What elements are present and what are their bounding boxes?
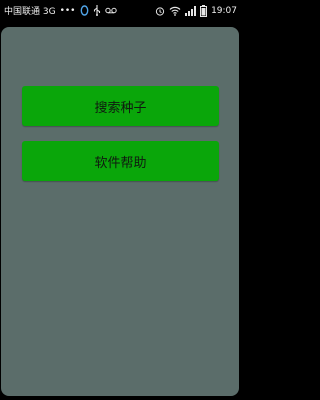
usb-icon	[93, 5, 101, 16]
app-content: 搜索种子 软件帮助	[0, 21, 240, 400]
signal-icon	[185, 5, 197, 16]
software-help-button[interactable]: 软件帮助	[22, 141, 219, 181]
wifi-icon	[169, 6, 181, 16]
main-panel: 搜索种子 软件帮助	[1, 27, 239, 396]
clock-time: 19:07	[211, 5, 237, 16]
status-bar-right: 19:07	[155, 4, 237, 17]
phone-screen: 中国联通 3G ••• 19:07 搜索种子 软件帮助	[0, 0, 240, 400]
status-bar-left: 中国联通 3G •••	[4, 4, 117, 17]
search-seeds-button[interactable]: 搜索种子	[22, 86, 219, 126]
recorder-icon	[104, 6, 117, 15]
status-bar: 中国联通 3G ••• 19:07	[0, 0, 240, 21]
carrier-label: 中国联通 3G	[4, 7, 56, 17]
alarm-icon	[155, 6, 165, 16]
overflow-dots: •••	[59, 5, 76, 16]
battery-icon	[200, 4, 208, 17]
flower-icon	[80, 5, 89, 16]
